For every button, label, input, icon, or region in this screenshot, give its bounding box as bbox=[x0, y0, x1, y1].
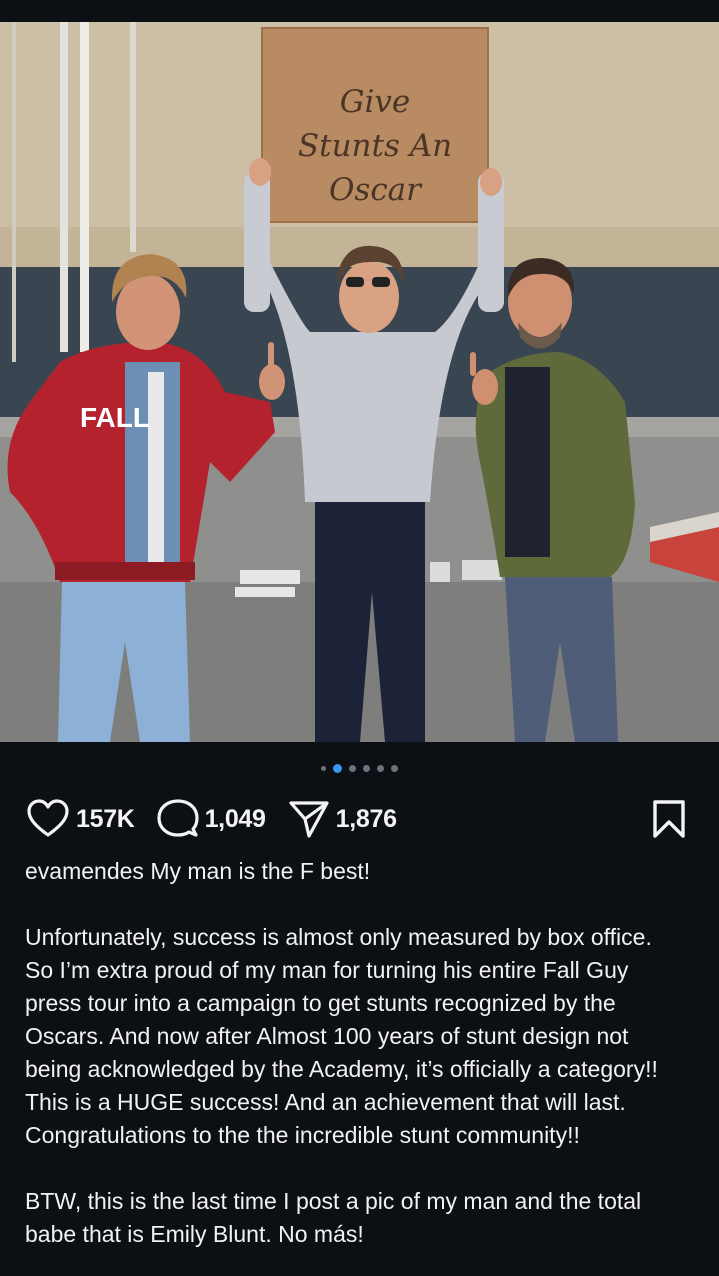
carousel-dot bbox=[363, 764, 370, 772]
caption-line: Unfortunately, success is almost only me… bbox=[25, 924, 652, 950]
caption-headline: My man is the F best! bbox=[150, 858, 371, 884]
caption-line: Congratulations to the the incredible st… bbox=[25, 1122, 580, 1148]
bookmark-icon bbox=[653, 800, 685, 838]
carousel-dot bbox=[321, 765, 326, 771]
save-button[interactable] bbox=[652, 800, 686, 843]
carousel-dot bbox=[349, 764, 356, 772]
caption-line: press tour into a campaign to get stunts… bbox=[25, 990, 616, 1016]
share-button[interactable]: 1,876 bbox=[288, 799, 397, 839]
caption-line: Oscars. And now after Almost 100 years o… bbox=[25, 1023, 629, 1049]
post-caption: evamendes My man is the F best! Unfortun… bbox=[25, 855, 705, 1251]
status-strip bbox=[0, 0, 719, 22]
comment-count: 1,049 bbox=[204, 804, 266, 833]
caption-first-line: evamendes My man is the F best! bbox=[25, 855, 705, 888]
jacket-text: FALL bbox=[80, 402, 150, 433]
sign-line-3: Oscar bbox=[329, 172, 421, 208]
carousel-dot bbox=[377, 764, 384, 772]
send-icon bbox=[289, 801, 329, 838]
caption-line: This is a HUGE success! And an achieveme… bbox=[25, 1089, 626, 1115]
heart-icon bbox=[27, 799, 69, 837]
caption-line: being acknowledged by the Academy, it’s … bbox=[25, 1056, 658, 1082]
cardboard-sign: Give Stunts An Oscar bbox=[262, 56, 488, 236]
sign-line-1: Give bbox=[339, 84, 411, 120]
like-button[interactable]: 157K bbox=[26, 799, 135, 839]
caption-line: babe that is Emily Blunt. No más! bbox=[25, 1221, 364, 1247]
sign-line-2: Stunts An bbox=[297, 128, 453, 164]
carousel-indicator[interactable] bbox=[0, 762, 719, 774]
post-photo[interactable]: FALL Give Stunts An Oscar bbox=[0, 22, 719, 742]
caption-line: So I’m extra proud of my man for turning… bbox=[25, 957, 629, 983]
caption-username[interactable]: evamendes bbox=[25, 858, 144, 884]
comment-icon bbox=[156, 799, 199, 837]
comment-button[interactable]: 1,049 bbox=[156, 799, 266, 839]
post-actions-bar: 157K 1,049 1,876 bbox=[26, 797, 694, 841]
share-count: 1,876 bbox=[335, 804, 397, 833]
like-count: 157K bbox=[76, 804, 135, 833]
carousel-dot-active bbox=[333, 763, 342, 773]
caption-line: BTW, this is the last time I post a pic … bbox=[25, 1188, 642, 1214]
carousel-dot bbox=[391, 764, 398, 772]
